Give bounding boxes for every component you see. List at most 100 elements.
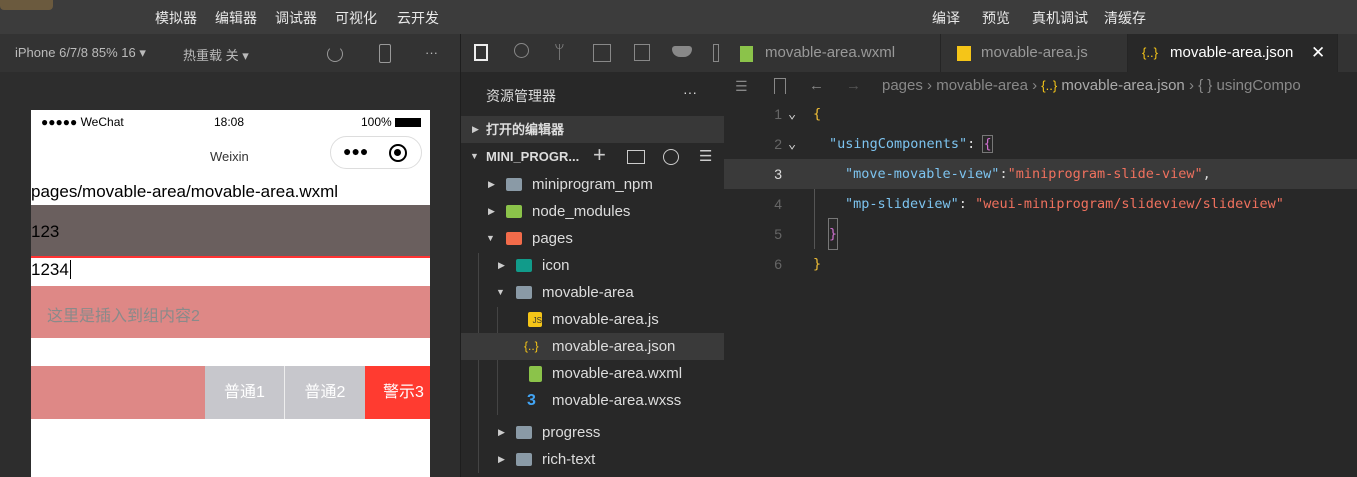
- breadcrumb-item[interactable]: usingCompo: [1216, 77, 1300, 94]
- remote-debug-button[interactable]: 真机调试: [1032, 8, 1088, 28]
- json-file-icon: {..}: [524, 339, 539, 353]
- tab-label: movable-area.js: [981, 44, 1088, 61]
- slide-button-warn[interactable]: 警示3: [365, 366, 430, 419]
- tab-wxml[interactable]: movable-area.wxml: [724, 34, 941, 72]
- json-file-icon: {..}: [1142, 45, 1158, 60]
- avatar[interactable]: [0, 0, 53, 10]
- open-editors-section[interactable]: ▶ 打开的编辑器: [461, 116, 725, 143]
- storage-icon[interactable]: [634, 44, 650, 61]
- nav-title: Weixin: [210, 149, 249, 164]
- docker-icon[interactable]: [672, 46, 692, 57]
- tree-label: movable-area.js: [552, 311, 659, 328]
- menu-debugger[interactable]: 调试器: [275, 8, 317, 28]
- collapse-all-icon[interactable]: ☰: [699, 143, 712, 170]
- breadcrumb-item[interactable]: pages: [882, 77, 923, 94]
- preview-button[interactable]: 预览: [982, 8, 1010, 28]
- tree-item[interactable]: ▶ miniprogram_npm: [461, 171, 725, 198]
- slide-view-content[interactable]: [31, 366, 205, 419]
- tree-label: icon: [542, 257, 570, 274]
- tree-label: miniprogram_npm: [532, 176, 653, 193]
- tree-label: movable-area: [542, 284, 634, 301]
- tree-label: movable-area.wxss: [552, 392, 682, 409]
- panel-icon[interactable]: [713, 44, 719, 62]
- menu-editor[interactable]: 编辑器: [215, 8, 257, 28]
- more-button[interactable]: ···: [425, 45, 438, 60]
- insert-block: 这里是插入到组内容2: [31, 286, 430, 338]
- movable-block[interactable]: 123: [31, 205, 430, 258]
- compile-button[interactable]: 编译: [932, 8, 960, 28]
- tree-item[interactable]: JS movable-area.js: [461, 306, 725, 333]
- tree-item[interactable]: ▼ movable-area: [461, 279, 725, 306]
- phone-screen: ●●●●● WeChat 18:08 100% Weixin ●●● pages…: [31, 110, 430, 477]
- refresh-explorer-icon[interactable]: [663, 149, 679, 165]
- tree-item[interactable]: ▼ pages: [461, 225, 725, 252]
- clear-cache-button[interactable]: 清缓存: [1104, 8, 1146, 28]
- tree-label: movable-area.json: [552, 338, 676, 355]
- device-select[interactable]: iPhone 6/7/8 85% 16 ▾: [15, 45, 146, 61]
- menu-simulator[interactable]: 模拟器: [155, 8, 197, 28]
- status-time: 18:08: [214, 115, 245, 129]
- top-menu-bar: 模拟器 编辑器 调试器 可视化 云开发 编译 预览 真机调试 清缓存: [0, 0, 1357, 34]
- bookmark-icon[interactable]: [774, 78, 786, 94]
- tree-item[interactable]: ▶ icon: [461, 252, 725, 279]
- tree-item[interactable]: 3 movable-area.wxss: [461, 387, 725, 414]
- tree-item[interactable]: movable-area.wxml: [461, 360, 725, 387]
- forward-icon[interactable]: →: [846, 72, 861, 100]
- tab-json-active[interactable]: {..} movable-area.json ✕: [1128, 34, 1338, 72]
- files-icon[interactable]: [474, 44, 488, 61]
- folder-icon: [516, 453, 532, 466]
- explorer-title: 资源管理器: [486, 88, 556, 104]
- editor-tabs: movable-area.wxml movable-area.js {..} mo…: [724, 34, 1357, 72]
- code-line[interactable]: 5}: [724, 218, 1357, 250]
- activity-bar: ᛘ: [461, 34, 725, 72]
- outline-icon[interactable]: ☰: [735, 72, 748, 100]
- breadcrumb-item[interactable]: movable-area.json: [1061, 77, 1184, 94]
- js-file-icon: [957, 46, 971, 61]
- section-label: 打开的编辑器: [486, 122, 565, 137]
- project-section[interactable]: ▼ MINI_PROGR... + ☰: [461, 141, 725, 170]
- explorer-more-button[interactable]: ···: [683, 84, 697, 100]
- icon-folder-icon: [516, 259, 532, 272]
- tree-item[interactable]: ▶ progress: [461, 419, 725, 446]
- wxml-file-icon: [740, 46, 753, 62]
- code-line-current[interactable]: 3 "move-movable-view":"miniprogram-slide-…: [724, 159, 1357, 189]
- pages-folder-icon: [506, 232, 522, 245]
- folder-icon: [506, 178, 522, 191]
- simulator-toolbar: iPhone 6/7/8 85% 16 ▾ 热重载 关 ▾ ···: [0, 34, 460, 72]
- tab-js[interactable]: movable-area.js: [941, 34, 1128, 72]
- code-line[interactable]: 1 ⌄{: [724, 99, 1357, 129]
- tree-item[interactable]: ▶ node_modules: [461, 198, 725, 225]
- hot-reload-select[interactable]: 热重载 关 ▾: [183, 45, 249, 64]
- back-icon[interactable]: ←: [809, 72, 824, 100]
- extensions-icon[interactable]: [593, 44, 611, 62]
- refresh-icon[interactable]: [327, 46, 343, 62]
- phone-icon[interactable]: [379, 44, 391, 63]
- css-file-icon: 3: [527, 392, 536, 409]
- project-label: MINI_PROGR...: [486, 149, 580, 164]
- menu-cloud[interactable]: 云开发: [397, 8, 439, 28]
- capsule-menu[interactable]: ●●●: [330, 136, 422, 169]
- text-input[interactable]: 1234: [31, 260, 430, 286]
- slide-button-1[interactable]: 普通1: [205, 366, 285, 419]
- more-dots-icon[interactable]: ●●●: [343, 143, 368, 159]
- tree-item[interactable]: ▶ rich-text: [461, 446, 725, 473]
- code-line[interactable]: 6}: [724, 249, 1357, 279]
- slide-button-2[interactable]: 普通2: [285, 366, 365, 419]
- search-icon[interactable]: [514, 43, 529, 58]
- source-control-icon[interactable]: ᛘ: [554, 42, 565, 63]
- code-line[interactable]: 2 ⌄ "usingComponents": {: [724, 129, 1357, 159]
- new-folder-icon[interactable]: [627, 150, 645, 164]
- close-tab-icon[interactable]: ✕: [1311, 34, 1325, 72]
- input-value: 1234: [31, 260, 71, 279]
- tree-item-selected[interactable]: {..} movable-area.json: [461, 333, 725, 360]
- explorer-panel: ᛘ 资源管理器 ··· ▶ 打开的编辑器 ▼ MINI_PROGR... + ☰ ▶…: [460, 34, 725, 477]
- new-file-icon[interactable]: +: [593, 141, 606, 168]
- tree-label: pages: [532, 230, 573, 247]
- code-editor: movable-area.wxml movable-area.js {..} mo…: [724, 34, 1357, 477]
- menu-visual[interactable]: 可视化: [335, 8, 377, 28]
- close-capsule-icon[interactable]: [389, 144, 407, 162]
- breadcrumb-item[interactable]: movable-area: [936, 77, 1028, 94]
- code-line[interactable]: 4 "mp-slideview": "weui-miniprogram/slide…: [724, 189, 1357, 219]
- breadcrumb: ☰ ← → pages › movable-area › {..} movabl…: [724, 72, 1357, 100]
- tab-label: movable-area.wxml: [765, 44, 896, 61]
